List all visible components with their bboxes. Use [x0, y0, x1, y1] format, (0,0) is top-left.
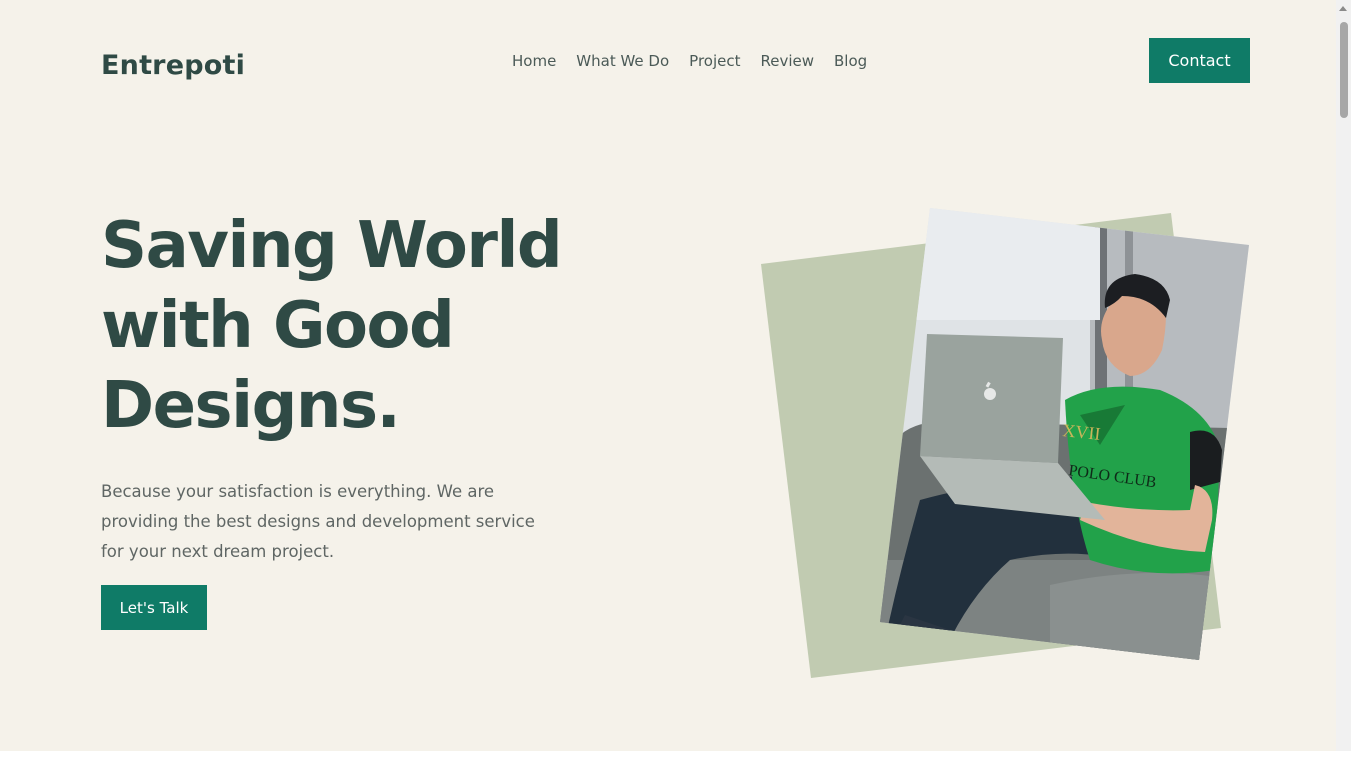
headline-line-1: Saving World [101, 209, 563, 283]
lets-talk-button[interactable]: Let's Talk [101, 585, 207, 630]
headline-line-2: with Good [101, 289, 455, 363]
main-nav: Home What We Do Project Review Blog [512, 51, 867, 71]
nav-item-home[interactable]: Home [512, 51, 556, 71]
hero-description: Because your satisfaction is everything.… [101, 482, 535, 561]
scroll-up-icon[interactable] [1339, 6, 1347, 11]
scrollbar-thumb[interactable] [1340, 22, 1348, 118]
shirt-text-xvii: XVII [1062, 420, 1102, 444]
next-section-edge [0, 751, 1351, 768]
nav-item-blog[interactable]: Blog [834, 51, 867, 71]
nav-item-project[interactable]: Project [689, 51, 740, 71]
contact-button[interactable]: Contact [1149, 38, 1250, 83]
hero-headline: Saving World with Good Designs. [101, 206, 661, 446]
hero-illustration: XVII POLO CLUB [761, 208, 1249, 678]
page-scrollbar[interactable] [1336, 0, 1351, 768]
nav-item-review[interactable]: Review [760, 51, 814, 71]
brand-logo[interactable]: Entrepoti [101, 50, 245, 81]
nav-item-what-we-do[interactable]: What We Do [576, 51, 669, 71]
landing-page: Entrepoti Home What We Do Project Review… [0, 0, 1351, 768]
headline-line-3: Designs. [101, 369, 401, 443]
